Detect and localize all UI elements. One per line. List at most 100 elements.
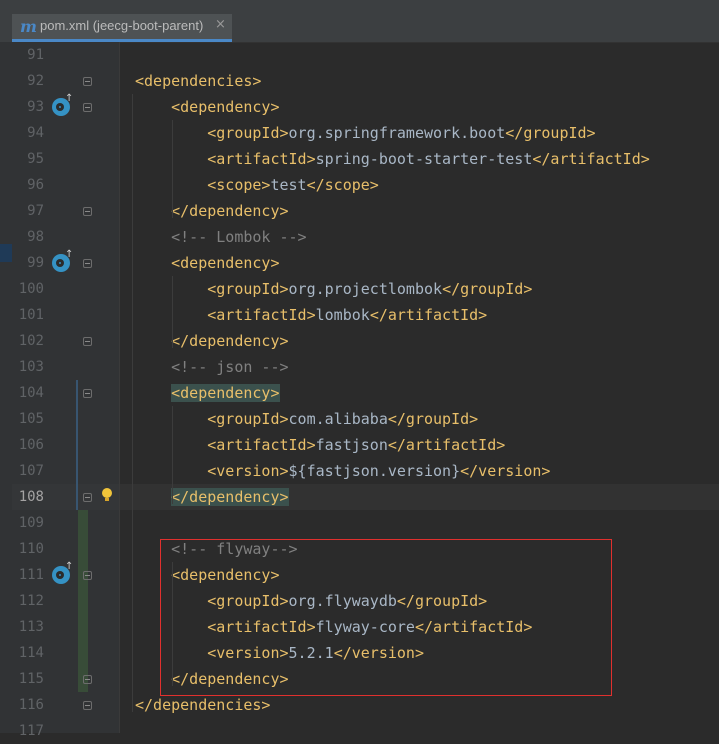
line-number: 107 xyxy=(18,463,44,479)
fold-toggle-icon[interactable] xyxy=(83,207,92,216)
line-number: 116 xyxy=(18,697,44,713)
xml-comment: <!-- json --> xyxy=(171,358,289,376)
xml-tag: <groupId> xyxy=(207,410,289,428)
tab-title: pom.xml (jeecg-boot-parent) xyxy=(40,18,204,33)
code-line[interactable]: <dependency> xyxy=(135,380,280,406)
line-number: 102 xyxy=(18,333,44,349)
code-line[interactable]: <dependency> xyxy=(135,250,279,276)
line-number: 108 xyxy=(18,489,44,505)
highlight-box xyxy=(160,539,612,696)
side-bookmark-marker xyxy=(0,244,12,262)
fold-toggle-icon[interactable] xyxy=(83,337,92,346)
line-number: 91 xyxy=(27,47,44,63)
code-line[interactable]: </dependency> xyxy=(135,484,289,510)
indent-guide xyxy=(172,276,173,348)
xml-text: ${fastjson.version} xyxy=(288,462,461,480)
code-line[interactable]: <artifactId>spring-boot-starter-test</ar… xyxy=(135,146,650,172)
xml-tag: <scope> xyxy=(207,176,271,194)
line-number: 109 xyxy=(18,515,44,531)
indent-guide xyxy=(132,94,133,712)
line-number: 117 xyxy=(18,723,44,739)
line-number: 101 xyxy=(18,307,44,323)
line-number: 104 xyxy=(18,385,44,401)
maven-m-icon: m xyxy=(20,17,37,36)
fold-toggle-icon[interactable] xyxy=(83,389,92,398)
line-number: 113 xyxy=(18,619,44,635)
up-arrow-icon: ↑ xyxy=(65,93,74,104)
line-number: 93 xyxy=(27,99,44,115)
line-number: 97 xyxy=(27,203,44,219)
tab-pom-xml[interactable]: m pom.xml (jeecg-boot-parent) × xyxy=(12,14,232,42)
fold-toggle-icon[interactable] xyxy=(83,259,92,268)
close-icon[interactable]: × xyxy=(215,17,226,32)
code-line[interactable]: <groupId>org.springframework.boot</group… xyxy=(135,120,596,146)
xml-tag: <artifactId> xyxy=(207,306,316,324)
fold-toggle-icon[interactable] xyxy=(83,571,92,580)
code-line[interactable]: <artifactId>lombok</artifactId> xyxy=(135,302,487,328)
fold-toggle-icon[interactable] xyxy=(83,701,92,710)
line-number: 92 xyxy=(27,73,44,89)
matched-tag: </dependency> xyxy=(171,488,289,506)
lightbulb-icon[interactable] xyxy=(102,488,112,501)
xml-tag: <groupId> xyxy=(207,124,289,142)
line-number: 114 xyxy=(18,645,44,661)
line-number: 105 xyxy=(18,411,44,427)
xml-tag: <dependencies> xyxy=(135,72,262,90)
xml-tag: <artifactId> xyxy=(207,150,316,168)
code-line[interactable]: <dependencies> xyxy=(135,68,261,94)
xml-text: test xyxy=(270,176,307,194)
xml-tag: </groupId> xyxy=(505,124,596,142)
line-number: 99 xyxy=(27,255,44,271)
xml-tag: </groupId> xyxy=(442,280,533,298)
line-number: 98 xyxy=(27,229,44,245)
fold-toggle-icon[interactable] xyxy=(83,77,92,86)
xml-tag: </artifactId> xyxy=(369,306,488,324)
code-line[interactable]: <!-- json --> xyxy=(135,354,289,380)
code-line[interactable]: </dependency> xyxy=(135,198,288,224)
xml-comment: <!-- Lombok --> xyxy=(171,228,307,246)
xml-tag: <dependency> xyxy=(171,98,280,116)
xml-text: org.springframework.boot xyxy=(288,124,506,142)
left-tool-strip xyxy=(0,42,12,733)
xml-tag: </artifactId> xyxy=(532,150,650,168)
maven-dependency-icon[interactable]: ↑ xyxy=(52,93,73,116)
line-number: 94 xyxy=(27,125,44,141)
xml-tag: </groupId> xyxy=(387,410,479,428)
code-line[interactable]: </dependency> xyxy=(135,328,289,354)
xml-tag: </version> xyxy=(460,462,551,480)
up-arrow-icon: ↑ xyxy=(65,249,74,260)
vcs-added-marker xyxy=(78,510,88,692)
up-arrow-icon: ↑ xyxy=(65,561,74,572)
xml-text: fastjson xyxy=(315,436,388,454)
matched-tag: <dependency> xyxy=(171,384,280,402)
editor-tab-bar: m pom.xml (jeecg-boot-parent) × xyxy=(0,0,719,43)
line-number: 100 xyxy=(18,281,44,297)
line-number: 112 xyxy=(18,593,44,609)
code-line[interactable]: <groupId>org.projectlombok</groupId> xyxy=(135,276,532,302)
xml-text: org.projectlombok xyxy=(288,280,443,298)
line-number: 111 xyxy=(18,567,44,583)
vcs-modified-marker xyxy=(76,380,78,510)
xml-tag: </dependencies> xyxy=(135,696,271,714)
maven-dependency-icon[interactable]: ↑ xyxy=(52,249,73,272)
xml-tag: </dependency> xyxy=(171,332,289,350)
maven-dependency-icon[interactable]: ↑ xyxy=(52,561,73,584)
code-line[interactable]: <version>${fastjson.version}</version> xyxy=(135,458,550,484)
indent-guide xyxy=(172,120,173,218)
xml-tag: </artifactId> xyxy=(387,436,506,454)
code-line[interactable]: <dependency> xyxy=(135,94,280,120)
xml-text: com.alibaba xyxy=(288,410,388,428)
gutter-separator xyxy=(119,42,120,733)
xml-text: spring-boot-starter-test xyxy=(315,150,533,168)
code-line[interactable]: <!-- Lombok --> xyxy=(135,224,307,250)
xml-tag: <groupId> xyxy=(207,280,289,298)
fold-toggle-icon[interactable] xyxy=(83,675,92,684)
indent-guide xyxy=(172,562,173,686)
indent-guide xyxy=(172,406,173,504)
fold-toggle-icon[interactable] xyxy=(83,493,92,502)
line-number: 115 xyxy=(18,671,44,687)
line-number: 106 xyxy=(18,437,44,453)
code-line[interactable]: <artifactId>fastjson</artifactId> xyxy=(135,432,505,458)
fold-toggle-icon[interactable] xyxy=(83,103,92,112)
code-line[interactable]: <groupId>com.alibaba</groupId> xyxy=(135,406,478,432)
